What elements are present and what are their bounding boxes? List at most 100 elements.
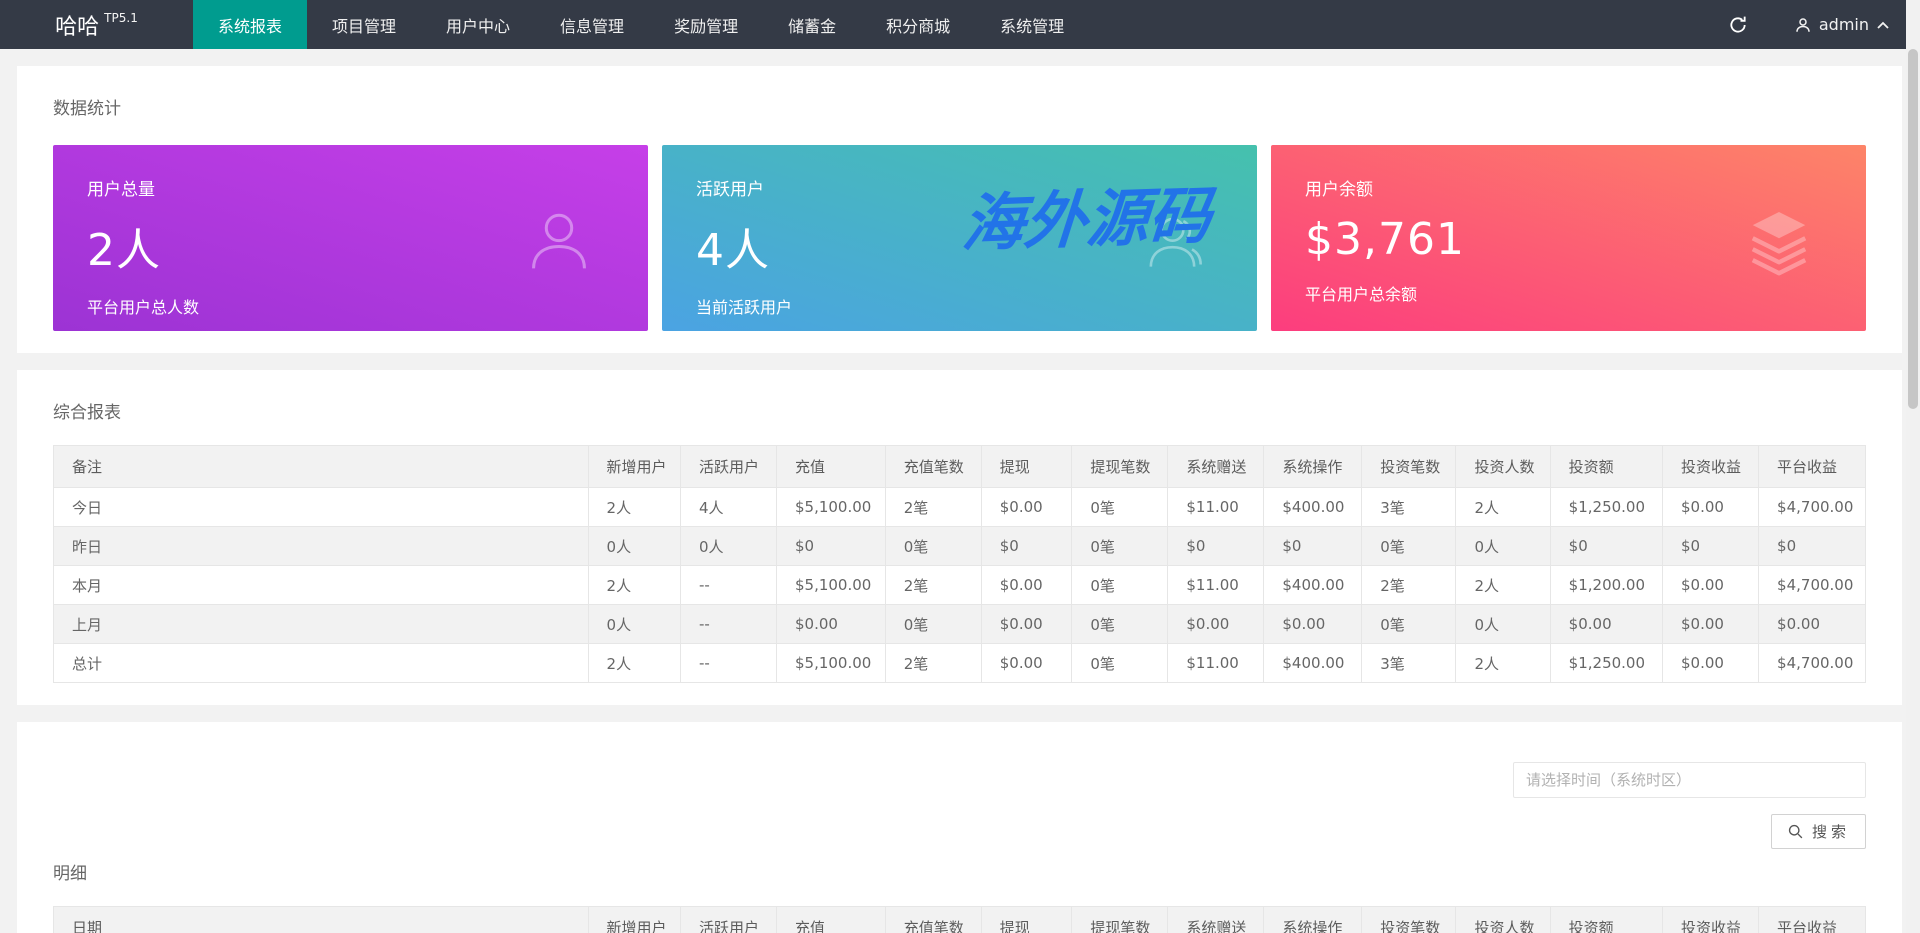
column-header: 充值 [776,907,885,933]
table-cell: $11.00 [1168,644,1264,683]
table-cell: $0 [1168,527,1264,566]
table-cell: $0 [776,527,885,566]
table-cell: 0笔 [1072,644,1168,683]
table-cell: $0 [1663,527,1759,566]
table-cell: $1,250.00 [1550,488,1662,527]
table-cell: 2人 [588,488,680,527]
column-header: 投资额 [1550,446,1662,488]
table-cell: 0人 [588,527,680,566]
summary-table: 备注新增用户活跃用户充值充值笔数提现提现笔数系统赠送系统操作投资笔数投资人数投资… [53,445,1866,683]
table-cell: 2人 [588,644,680,683]
column-header: 活跃用户 [680,446,776,488]
table-row: 总计2人--$5,100.002笔$0.000笔$11.00$400.003笔2… [54,644,1866,683]
search-button-row: 搜索 [53,814,1866,849]
column-header: 提现 [981,446,1072,488]
table-cell: $0.00 [981,644,1072,683]
stat-card-label: 用户总量 [87,175,614,200]
table-cell: $5,100.00 [776,644,885,683]
nav-item[interactable]: 奖励管理 [649,0,763,49]
user-menu[interactable]: admin [1794,15,1890,34]
app-logo-version: TP5.1 [104,11,138,25]
detail-panel: 搜索 明细 日期新增用户活跃用户充值充值笔数提现提现笔数系统赠送系统操作投资笔数… [17,722,1902,933]
table-cell: 4人 [680,488,776,527]
chevron-up-icon [1876,20,1890,30]
app-logo-text: 哈哈 [55,9,99,41]
column-header: 投资笔数 [1362,907,1456,933]
users-icon [1127,204,1205,282]
table-cell: $0 [1264,527,1362,566]
page-content: 数据统计 用户总量 2人 平台用户总人数 活跃用户 4人 当前活跃用户 [0,66,1920,933]
nav-item[interactable]: 项目管理 [307,0,421,49]
column-header: 平台收益 [1759,907,1866,933]
main-menu: 系统报表项目管理用户中心信息管理奖励管理储蓄金积分商城系统管理 [193,0,1089,49]
detail-panel-title: 明细 [53,859,1866,884]
page-scrollbar[interactable] [1906,0,1920,933]
summary-panel: 综合报表 备注新增用户活跃用户充值充值笔数提现提现笔数系统赠送系统操作投资笔数投… [17,370,1902,705]
table-cell: $0.00 [1663,605,1759,644]
nav-item[interactable]: 用户中心 [421,0,535,49]
table-cell: 总计 [54,644,589,683]
table-cell: $400.00 [1264,644,1362,683]
summary-panel-title: 综合报表 [53,398,1866,423]
column-header: 充值笔数 [885,907,981,933]
table-cell: 3笔 [1362,644,1456,683]
table-cell: 本月 [54,566,589,605]
search-button[interactable]: 搜索 [1771,814,1866,849]
search-icon [1787,823,1804,840]
top-navbar: 哈哈 TP5.1 系统报表项目管理用户中心信息管理奖励管理储蓄金积分商城系统管理… [0,0,1920,49]
stat-card-label: 活跃用户 [696,175,1223,200]
column-header: 提现 [981,907,1072,933]
table-cell: 昨日 [54,527,589,566]
table-cell: $400.00 [1264,566,1362,605]
refresh-icon[interactable] [1728,15,1748,35]
column-header: 系统操作 [1264,907,1362,933]
layers-icon [1744,205,1814,279]
table-cell: $1,200.00 [1550,566,1662,605]
table-cell: $0.00 [981,488,1072,527]
table-cell: $0.00 [981,605,1072,644]
table-cell: -- [680,644,776,683]
table-cell: $0.00 [1168,605,1264,644]
nav-item[interactable]: 储蓄金 [763,0,861,49]
nav-item[interactable]: 积分商城 [861,0,975,49]
nav-item[interactable]: 系统报表 [193,0,307,49]
column-header: 投资额 [1550,907,1662,933]
time-range-input[interactable] [1513,762,1866,798]
nav-item[interactable]: 信息管理 [535,0,649,49]
table-cell: $4,700.00 [1759,644,1866,683]
nav-item[interactable]: 系统管理 [975,0,1089,49]
table-row: 今日2人4人$5,100.002笔$0.000笔$11.00$400.003笔2… [54,488,1866,527]
table-cell: 2笔 [1362,566,1456,605]
table-cell: $0.00 [1264,605,1362,644]
column-header: 系统操作 [1264,446,1362,488]
table-cell: $0.00 [1663,488,1759,527]
table-cell: $0 [981,527,1072,566]
table-cell: $400.00 [1264,488,1362,527]
table-cell: -- [680,605,776,644]
table-row: 昨日0人0人$00笔$00笔$0$00笔0人$0$0$0 [54,527,1866,566]
table-cell: $5,100.00 [776,566,885,605]
column-header: 充值 [776,446,885,488]
table-cell: 0笔 [1072,605,1168,644]
table-cell: 0笔 [885,605,981,644]
stat-card-active-users: 活跃用户 4人 当前活跃用户 [662,145,1257,331]
search-row [53,762,1866,798]
table-cell: 0笔 [1072,527,1168,566]
column-header: 平台收益 [1759,446,1866,488]
column-header: 投资人数 [1456,446,1550,488]
table-cell: $4,700.00 [1759,566,1866,605]
table-cell: 2人 [1456,566,1550,605]
stat-card-total-users: 用户总量 2人 平台用户总人数 [53,145,648,331]
scrollbar-thumb[interactable] [1908,49,1918,409]
table-cell: -- [680,566,776,605]
stat-card-balance: 用户余额 $3,761 平台用户总余额 [1271,145,1866,331]
user-icon [522,204,596,282]
column-header: 投资收益 [1663,446,1759,488]
stat-card-caption: 平台用户总余额 [1305,281,1832,305]
column-header: 活跃用户 [680,907,776,933]
app-logo[interactable]: 哈哈 TP5.1 [0,0,193,49]
table-cell: 0笔 [1362,605,1456,644]
table-cell: 上月 [54,605,589,644]
table-cell: $0.00 [1663,644,1759,683]
table-cell: 2人 [1456,488,1550,527]
